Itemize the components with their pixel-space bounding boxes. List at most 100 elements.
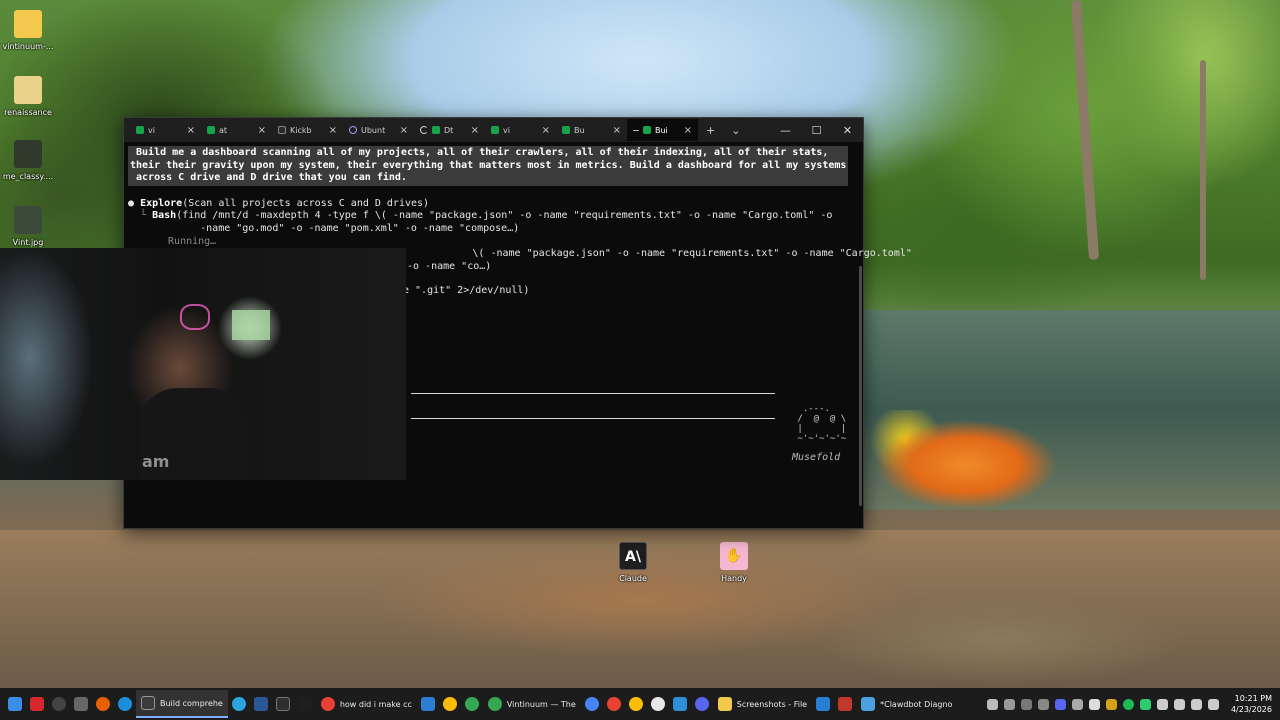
clock[interactable]: 10:21 PM 4/23/2026 xyxy=(1231,693,1272,715)
tray-icon[interactable] xyxy=(1003,698,1015,710)
terminal-icon xyxy=(432,126,440,134)
chatgpt-icon[interactable] xyxy=(650,697,665,711)
tray-icon[interactable] xyxy=(1020,698,1032,710)
tool-call-bash-continuation: -name "go.mod" -o -name "pom.xml" -o -na… xyxy=(158,222,520,234)
terminal-tab[interactable]: at × xyxy=(201,119,272,141)
handy-app-icon: ✋ xyxy=(720,542,748,570)
terminal-tab[interactable]: Dt × xyxy=(414,119,485,141)
mascot-name: Musefold xyxy=(792,452,841,463)
terminal-tab[interactable]: vi × xyxy=(485,119,556,141)
microphone-icon[interactable] xyxy=(1173,698,1185,710)
busy-indicator-icon xyxy=(633,129,639,131)
folder-icon xyxy=(14,10,42,38)
window-controls: — ☐ ✕ xyxy=(770,124,863,137)
tray-icon[interactable] xyxy=(1105,698,1117,710)
chrome-icon[interactable] xyxy=(442,697,457,711)
taskbar-app-chrome-2[interactable]: Vintinuum — The xyxy=(483,690,581,718)
tray-icon[interactable] xyxy=(986,698,998,710)
desktop-icon-me-classy[interactable]: me_classy.... xyxy=(0,140,56,181)
spotify-icon[interactable] xyxy=(1122,698,1134,710)
mascot-ascii-art: .---. / @ @ \ | | ~'~'~'~'~ xyxy=(797,404,847,444)
tray-icon[interactable] xyxy=(1139,698,1151,710)
discord-tray-icon[interactable] xyxy=(1054,698,1066,710)
vscode-icon[interactable] xyxy=(816,697,831,711)
neon-sign xyxy=(180,304,210,330)
wallpaper-trees-right xyxy=(820,0,1280,330)
close-icon[interactable]: × xyxy=(258,125,266,136)
terminal-dark-icon xyxy=(278,126,286,134)
video-file-icon xyxy=(14,140,42,168)
background-monitor xyxy=(232,310,270,340)
claude-app-icon: A\ xyxy=(619,542,647,570)
close-icon[interactable]: × xyxy=(400,125,408,136)
discord-icon[interactable] xyxy=(694,697,709,711)
tool-call-explore: ● Explore(Scan all projects across C and… xyxy=(128,197,430,209)
wallpaper-kayak xyxy=(866,410,1056,510)
terminal-tab[interactable]: vi × xyxy=(130,119,201,141)
adobe-icon[interactable] xyxy=(30,697,44,711)
chrome-icon xyxy=(487,697,502,711)
taskbar-app-file-explorer[interactable]: Screenshots - File xyxy=(713,690,812,718)
volume-icon[interactable] xyxy=(1190,698,1202,710)
desktop-icon-vintinuum[interactable]: vintinuum-... xyxy=(0,10,56,51)
tab-dropdown-button[interactable]: ⌄ xyxy=(723,124,748,137)
tray-icon[interactable] xyxy=(1037,698,1049,710)
terminal-icon xyxy=(643,126,651,134)
terminal-tab-bar: vi × at × Kickb × Ubunt × Dt × vi × Bu × Bui × +… xyxy=(124,118,863,142)
loading-icon xyxy=(420,126,428,134)
shirt-text: am xyxy=(142,452,170,471)
close-icon[interactable]: × xyxy=(329,125,337,136)
terminal-icon xyxy=(136,126,144,134)
desktop-shortcut-handy[interactable]: ✋ Handy xyxy=(706,542,762,583)
chrome-icon[interactable] xyxy=(606,697,621,711)
tray-icon[interactable] xyxy=(1071,698,1083,710)
app-icon[interactable] xyxy=(297,697,312,711)
terminal-tab[interactable]: Ubunt × xyxy=(343,119,414,141)
running-status: Running… xyxy=(156,235,217,247)
windows-start-icon[interactable] xyxy=(8,697,22,711)
telegram-icon[interactable] xyxy=(231,697,246,711)
vscode-icon[interactable] xyxy=(420,697,435,711)
battery-icon[interactable] xyxy=(1207,698,1219,710)
webcam-overlay: am xyxy=(0,248,406,480)
terminal-scrollbar[interactable] xyxy=(859,266,862,506)
edge-icon[interactable] xyxy=(118,697,132,711)
terminal-icon xyxy=(491,126,499,134)
settings-icon[interactable] xyxy=(52,697,66,711)
terminal-tab-active[interactable]: Bui × xyxy=(627,119,698,141)
close-icon[interactable]: × xyxy=(471,125,479,136)
taskbar-app-chrome-1[interactable]: how did i make cc xyxy=(316,690,417,718)
app-icon[interactable] xyxy=(838,697,853,711)
desktop-icon-renaissance[interactable]: renaissance xyxy=(0,76,56,117)
tool-call-bash: └ Bash(find /mnt/d -maxdepth 4 -type f \… xyxy=(128,210,833,222)
photos-icon[interactable] xyxy=(672,697,687,711)
taskbar-app-notepad[interactable]: *Clawdbot Diagno xyxy=(856,690,957,718)
close-icon[interactable]: × xyxy=(684,125,692,136)
user-prompt: Build me a dashboard scanning all of my … xyxy=(128,146,848,186)
wifi-icon[interactable] xyxy=(1156,698,1168,710)
terminal-icon xyxy=(562,126,570,134)
taskbar-app-terminal[interactable]: Build comprehe xyxy=(136,690,228,718)
terminal-icon[interactable] xyxy=(275,697,290,711)
close-icon[interactable]: × xyxy=(187,125,195,136)
chrome-icon[interactable] xyxy=(584,697,599,711)
input-divider-bottom xyxy=(411,418,775,419)
chrome-icon[interactable] xyxy=(628,697,643,711)
close-icon[interactable]: × xyxy=(613,125,621,136)
close-window-icon[interactable]: ✕ xyxy=(832,124,863,137)
input-divider-top xyxy=(411,393,775,394)
maximize-icon[interactable]: ☐ xyxy=(801,124,832,137)
desktop-shortcut-claude[interactable]: A\ Claude xyxy=(605,542,661,583)
close-icon[interactable]: × xyxy=(542,125,550,136)
tray-icon[interactable] xyxy=(1088,698,1100,710)
word-icon[interactable] xyxy=(253,697,268,711)
terminal-tab[interactable]: Kickb × xyxy=(272,119,343,141)
terminal-tab[interactable]: Bu × xyxy=(556,119,627,141)
new-tab-button[interactable]: + xyxy=(698,124,723,137)
firefox-icon[interactable] xyxy=(96,697,110,711)
chrome-icon[interactable] xyxy=(464,697,479,711)
folder-icon xyxy=(14,76,42,104)
minimize-icon[interactable]: — xyxy=(770,124,801,137)
app-icon[interactable] xyxy=(74,697,88,711)
desktop-icon-vint-jpg[interactable]: Vint.jpg xyxy=(0,206,56,247)
